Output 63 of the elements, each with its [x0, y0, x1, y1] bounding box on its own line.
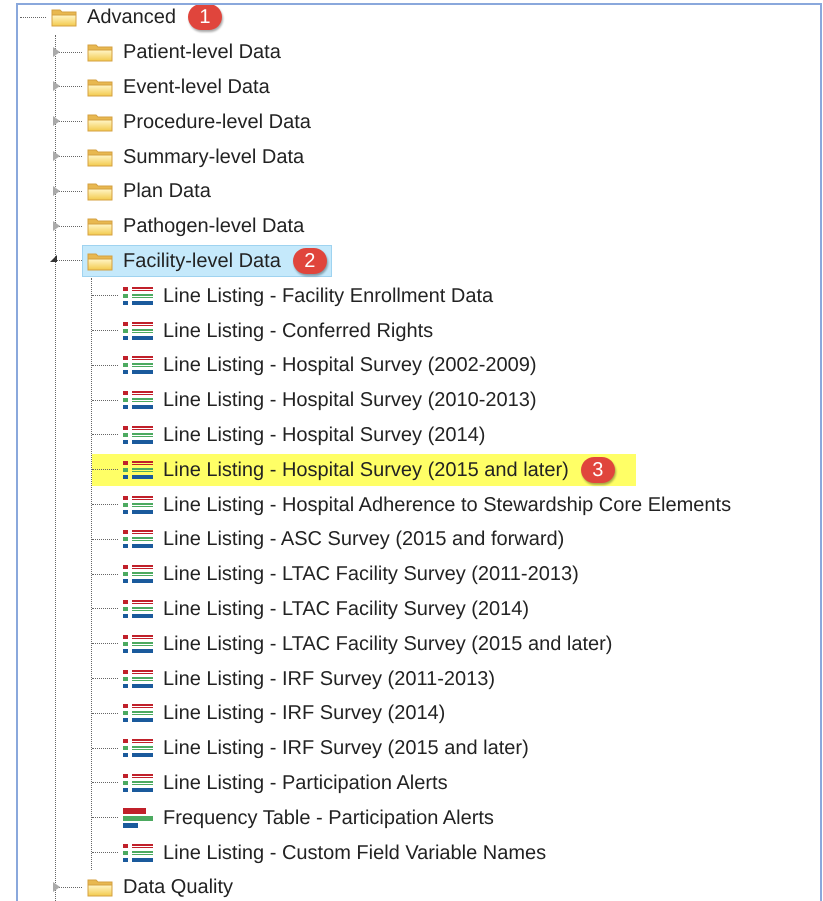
tree-item[interactable]: Plan Data	[82, 175, 216, 208]
tree-item[interactable]: Frequency Table - Participation Alerts	[118, 802, 499, 834]
collapsed-arrow-icon[interactable]	[53, 186, 60, 196]
tree-item[interactable]: Line Listing - Hospital Survey (2015 and later) 3	[92, 454, 636, 486]
tree-item[interactable]: Patient-level Data	[82, 36, 286, 68]
tree-item[interactable]: Line Listing - LTAC Facility Survey (2011-2013)	[118, 558, 584, 590]
number-badge: 1	[188, 5, 222, 30]
tree-item[interactable]: Line Listing - Hospital Adherence to Stewardship Core Elements	[118, 488, 736, 521]
tree-item[interactable]: Line Listing - Hospital Survey (2014)	[118, 418, 490, 451]
collapsed-arrow-icon[interactable]	[53, 220, 60, 231]
tree-item[interactable]: Summary-level Data	[82, 140, 310, 173]
tree-item[interactable]: Line Listing - LTAC Facility Survey (2015 and later)	[118, 628, 618, 660]
tree-item[interactable]: Procedure-level Data	[82, 106, 316, 138]
expanded-arrow-icon[interactable]	[50, 255, 57, 262]
tree-item[interactable]: Line Listing - LTAC Facility Survey (2014)	[118, 592, 534, 625]
collapsed-arrow-icon[interactable]	[53, 882, 60, 892]
collapsed-arrow-icon[interactable]	[53, 46, 60, 57]
list-icon	[123, 634, 153, 654]
list-icon	[123, 529, 153, 550]
tree-item[interactable]: Facility-level Data 2	[82, 244, 332, 277]
tree-item[interactable]: Line Listing - IRF Survey (2015 and later)	[118, 732, 534, 764]
tree-item[interactable]: Line Listing - ASC Survey (2015 and forward)	[118, 523, 570, 556]
folder-icon	[87, 42, 113, 62]
collapsed-arrow-icon[interactable]	[53, 116, 60, 126]
collapsed-arrow-icon[interactable]	[53, 81, 60, 92]
number-badge: 2	[292, 248, 327, 274]
folder-icon	[87, 250, 113, 271]
tree-item[interactable]: Line Listing - Hospital Survey (2002-2009)	[118, 349, 542, 382]
bar-chart-icon	[123, 808, 153, 828]
folder-icon	[87, 216, 113, 236]
folder-icon	[87, 877, 113, 898]
list-icon	[123, 460, 153, 480]
tree-item[interactable]: Line Listing - Facility Enrollment Data	[118, 280, 498, 312]
tree-item[interactable]: Line Listing - IRF Survey (2014)	[118, 697, 450, 730]
tree-item[interactable]: Line Listing - Custom Field Variable Names	[118, 836, 552, 869]
list-icon	[123, 842, 153, 863]
list-icon	[123, 424, 153, 445]
folder-icon	[51, 7, 77, 28]
folder-icon	[87, 76, 113, 97]
folder-icon	[87, 146, 113, 167]
folder-icon	[87, 112, 113, 132]
tree-item[interactable]: Line Listing - Participation Alerts	[118, 766, 453, 799]
list-icon	[123, 598, 153, 619]
folder-icon	[87, 181, 113, 202]
list-icon	[123, 286, 153, 306]
list-icon	[123, 320, 153, 341]
list-icon	[123, 390, 153, 410]
number-badge: 3	[580, 456, 615, 483]
tree-item[interactable]: Line Listing - Hospital Survey (2010-2013)	[118, 384, 542, 416]
list-icon	[123, 668, 153, 689]
list-icon	[123, 494, 153, 515]
collapsed-arrow-icon[interactable]	[53, 151, 60, 162]
tree-item[interactable]: Line Listing - Conferred Rights	[118, 314, 438, 347]
list-icon	[123, 564, 153, 584]
tree-item[interactable]: Pathogen-level Data	[82, 210, 310, 242]
list-icon	[123, 772, 153, 793]
list-icon	[123, 703, 153, 724]
tree-item[interactable]: Advanced 1	[46, 5, 227, 34]
list-icon	[123, 355, 153, 376]
tree-item[interactable]: Event-level Data	[82, 70, 275, 103]
list-icon	[123, 738, 153, 758]
tree-item[interactable]: Data Quality	[82, 871, 238, 901]
tree-item[interactable]: Line Listing - IRF Survey (2011-2013)	[118, 662, 500, 695]
